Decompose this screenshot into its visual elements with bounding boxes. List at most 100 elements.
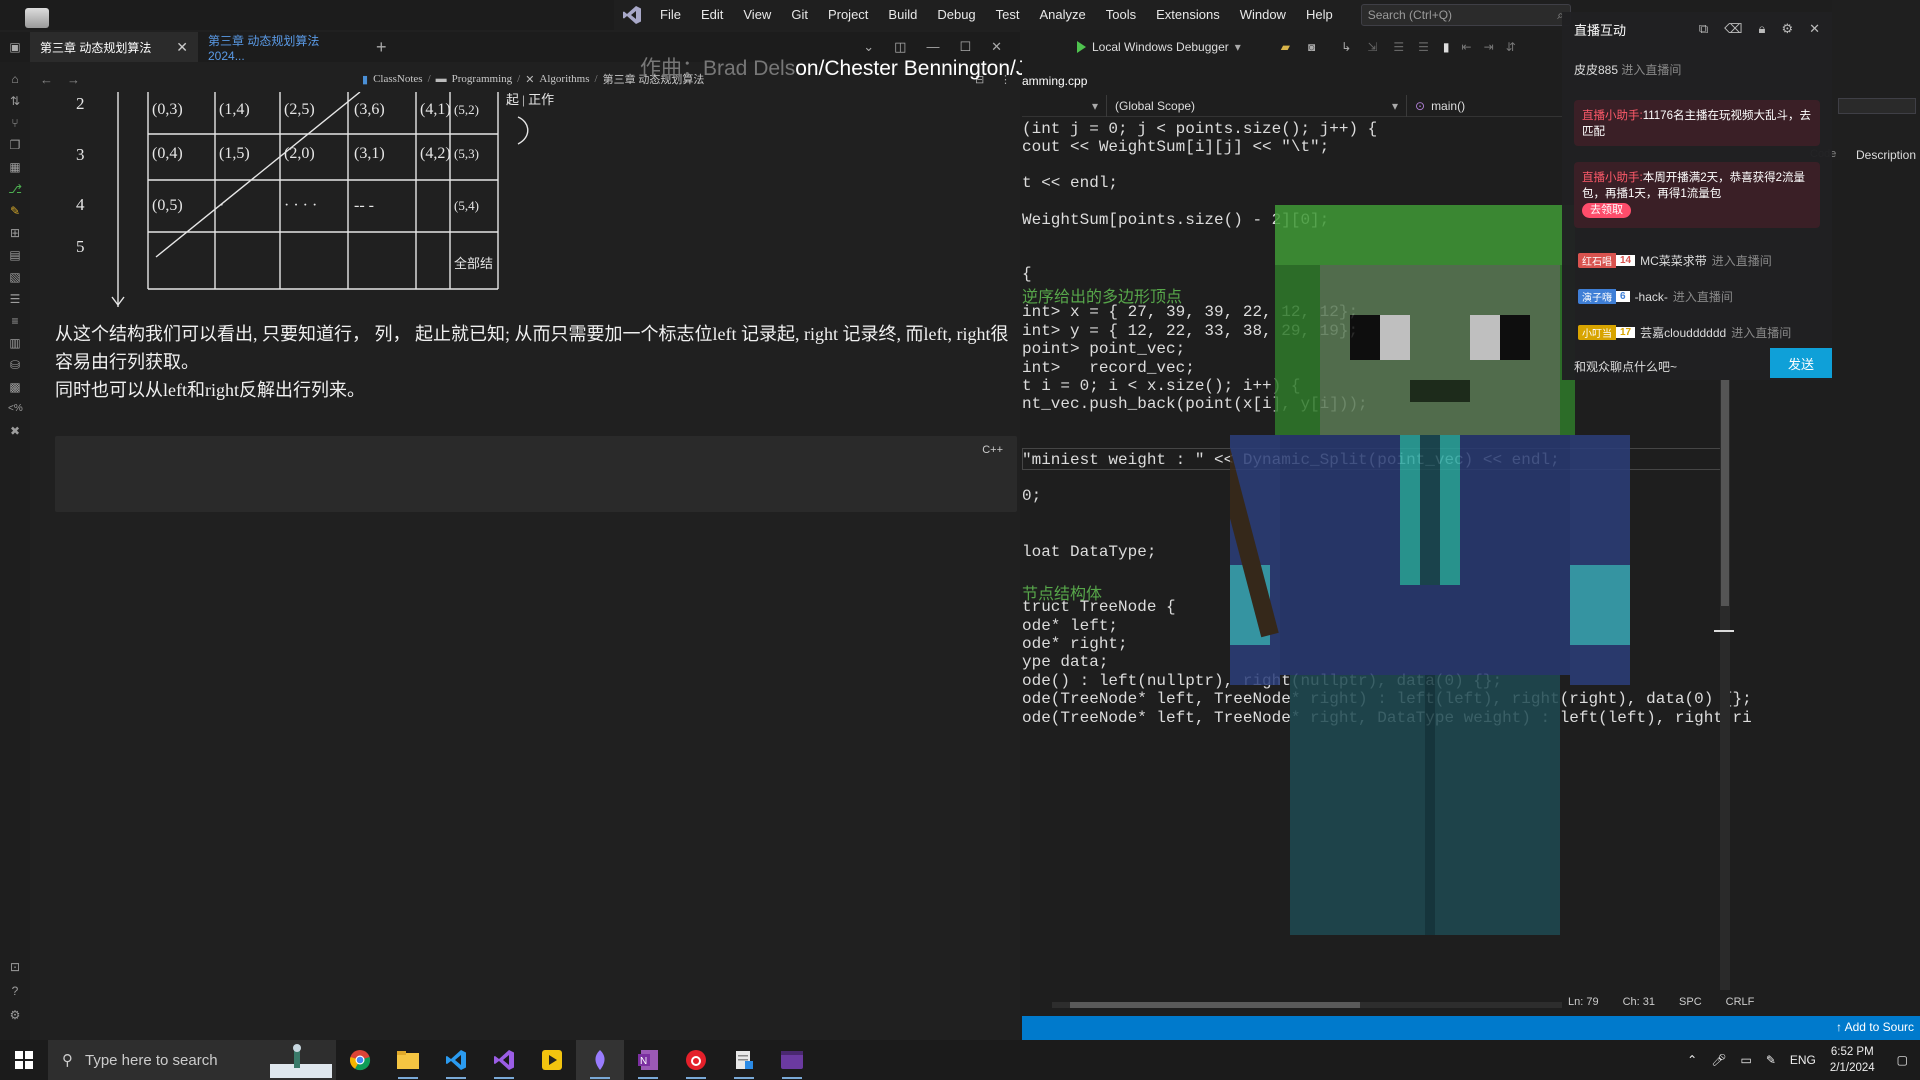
tools-icon[interactable]: ✖	[8, 424, 22, 438]
whitespace-mode[interactable]: SPC	[1679, 996, 1702, 1008]
chevron-down-icon[interactable]: ▾	[1235, 40, 1241, 54]
claim-button[interactable]: 去领取	[1582, 203, 1631, 218]
vscode-icon[interactable]	[432, 1040, 480, 1080]
menu-build[interactable]: Build	[878, 0, 927, 30]
calendar-icon[interactable]: ▦	[8, 160, 22, 174]
forward-arrow-icon[interactable]: →	[67, 72, 80, 87]
chrome-icon[interactable]	[336, 1040, 384, 1080]
grid-icon[interactable]: ⊞	[8, 226, 22, 240]
add-to-source-control[interactable]: ↑ Add to Sourc	[1836, 1020, 1914, 1034]
line-ending[interactable]: CRLF	[1726, 996, 1755, 1008]
bookmark-clear-icon[interactable]: ⇵	[1506, 40, 1516, 54]
palette-icon[interactable]: ✎	[8, 204, 22, 218]
start-button[interactable]	[0, 1040, 48, 1080]
taskbar-search-box[interactable]: ⚲ Type here to search	[48, 1040, 336, 1080]
outdent-icon[interactable]: ☰	[1418, 40, 1429, 54]
netease-music-icon[interactable]	[672, 1040, 720, 1080]
chevron-up-icon[interactable]: ⌃	[1687, 1053, 1697, 1067]
vs-search-box[interactable]: Search (Ctrl+Q) ⌕	[1360, 4, 1571, 26]
notifications-icon[interactable]: ▢	[1897, 1053, 1908, 1067]
image-icon[interactable]: ▧	[8, 270, 22, 284]
sidebar-toggle-icon[interactable]: ▣	[0, 40, 30, 54]
bookmark-prev-icon[interactable]: ⇤	[1462, 40, 1472, 54]
vault-icon[interactable]: ⊡	[8, 960, 22, 974]
percent-icon[interactable]: <%	[8, 402, 23, 416]
project-scope-dropdown[interactable]: ▾	[1022, 94, 1107, 117]
list-icon[interactable]: ☰	[8, 292, 22, 306]
error-list-description-header[interactable]: Description	[1856, 148, 1916, 162]
start-debugging-button[interactable]: Local Windows Debugger ▾	[1077, 40, 1241, 54]
bookmark-toggle-icon[interactable]: ▮	[1443, 40, 1450, 54]
git-icon[interactable]: ⎇	[8, 182, 22, 196]
chat-input[interactable]: 和观众聊点什么吧~	[1574, 352, 1760, 382]
microphone-icon[interactable]: 🎤︎	[1711, 1053, 1726, 1067]
potplayer-icon[interactable]	[528, 1040, 576, 1080]
layers-icon[interactable]: ≡	[8, 314, 22, 328]
vertical-scrollbar[interactable]	[1714, 380, 1734, 990]
menu-view[interactable]: View	[733, 0, 781, 30]
empty-code-block[interactable]: C++	[55, 436, 1017, 512]
horizontal-scrollbar[interactable]	[1052, 1002, 1562, 1008]
breadcrumb-item[interactable]: ClassNotes	[373, 73, 423, 85]
viewer-name[interactable]: -hack-	[1635, 290, 1668, 304]
spreadsheet-icon[interactable]: ▩	[8, 380, 22, 394]
onenote-icon[interactable]: N	[624, 1040, 672, 1080]
terminal-icon[interactable]	[768, 1040, 816, 1080]
tab-dynamic-programming[interactable]: 第三章 动态规划算法 ✕	[30, 32, 198, 62]
menu-test[interactable]: Test	[986, 0, 1030, 30]
indent-icon[interactable]: ☰	[1393, 40, 1404, 54]
menu-debug[interactable]: Debug	[927, 0, 985, 30]
new-tab-icon[interactable]: +	[366, 37, 397, 58]
menu-window[interactable]: Window	[1230, 0, 1296, 30]
menu-tools[interactable]: Tools	[1096, 0, 1146, 30]
pen-icon[interactable]: ✎	[1766, 1053, 1776, 1067]
folder-open-icon[interactable]: ▰	[1281, 40, 1290, 54]
settings-icon[interactable]: ⚙	[1781, 21, 1793, 37]
menu-analyze[interactable]: Analyze	[1030, 0, 1096, 30]
menu-project[interactable]: Project	[818, 0, 878, 30]
visual-studio-icon[interactable]	[480, 1040, 528, 1080]
editor-file-tab[interactable]: amming.cpp	[1022, 74, 1087, 90]
language-indicator[interactable]: ENG	[1790, 1053, 1816, 1067]
clock[interactable]: 6:52 PM 2/1/2024	[1830, 1044, 1875, 1076]
settings-gear-icon[interactable]: ⚙	[8, 1008, 22, 1022]
viewer-name[interactable]: MC菜菜求带	[1640, 252, 1707, 269]
step-into-icon[interactable]: ↳	[1341, 40, 1351, 54]
tab-dynamic-programming-2024[interactable]: 第三章 动态规划算法 2024...	[198, 32, 366, 63]
breadcrumb-item[interactable]: Programming	[452, 73, 513, 85]
menu-help[interactable]: Help	[1296, 0, 1343, 30]
obs-live-icon[interactable]	[576, 1040, 624, 1080]
vertical-scroll-thumb[interactable]	[1721, 380, 1729, 606]
breadcrumb-item[interactable]: Algorithms	[539, 73, 589, 85]
recycle-bin-icon[interactable]	[25, 8, 49, 28]
copy-icon[interactable]: ❐	[8, 138, 22, 152]
viewer-name[interactable]: 芸嘉cloudddddd	[1640, 324, 1726, 341]
menu-file[interactable]: File	[650, 0, 691, 30]
menu-git[interactable]: Git	[781, 0, 818, 30]
menu-edit[interactable]: Edit	[691, 0, 733, 30]
error-filter-dropdown[interactable]	[1838, 98, 1916, 114]
table-icon[interactable]: ▤	[8, 248, 22, 262]
database-icon[interactable]: ⛁	[8, 358, 22, 372]
back-arrow-icon[interactable]: ←	[40, 72, 53, 87]
clear-icon[interactable]: ⌫	[1724, 21, 1742, 37]
notepad-icon[interactable]	[720, 1040, 768, 1080]
close-icon[interactable]: ✕	[176, 39, 188, 56]
graph-icon[interactable]: ⑂	[8, 116, 22, 130]
lock-icon[interactable]: 🔒︎	[1759, 21, 1766, 37]
step-over-icon[interactable]: ⇲	[1367, 40, 1377, 54]
menu-extensions[interactable]: Extensions	[1146, 0, 1230, 30]
file-explorer-icon[interactable]	[384, 1040, 432, 1080]
note-paragraph[interactable]: 同时也可以从left和right反解出行列来。	[55, 376, 1015, 404]
global-scope-dropdown[interactable]: (Global Scope) ▾	[1107, 94, 1407, 117]
template-icon[interactable]: ▥	[8, 336, 22, 350]
close-icon[interactable]: ✕	[1809, 21, 1820, 37]
screenshot-icon[interactable]: ◙	[1308, 40, 1315, 54]
function-scope-dropdown[interactable]: ⊙ main()	[1407, 95, 1547, 117]
horizontal-scroll-thumb[interactable]	[1070, 1002, 1360, 1008]
battery-icon[interactable]: ▭	[1740, 1053, 1751, 1067]
send-button[interactable]: 发送	[1770, 348, 1832, 378]
bookmark-next-icon[interactable]: ⇥	[1484, 40, 1494, 54]
bookmark-icon[interactable]: ⌂	[8, 72, 22, 86]
sort-icon[interactable]: ⇅	[8, 94, 22, 108]
